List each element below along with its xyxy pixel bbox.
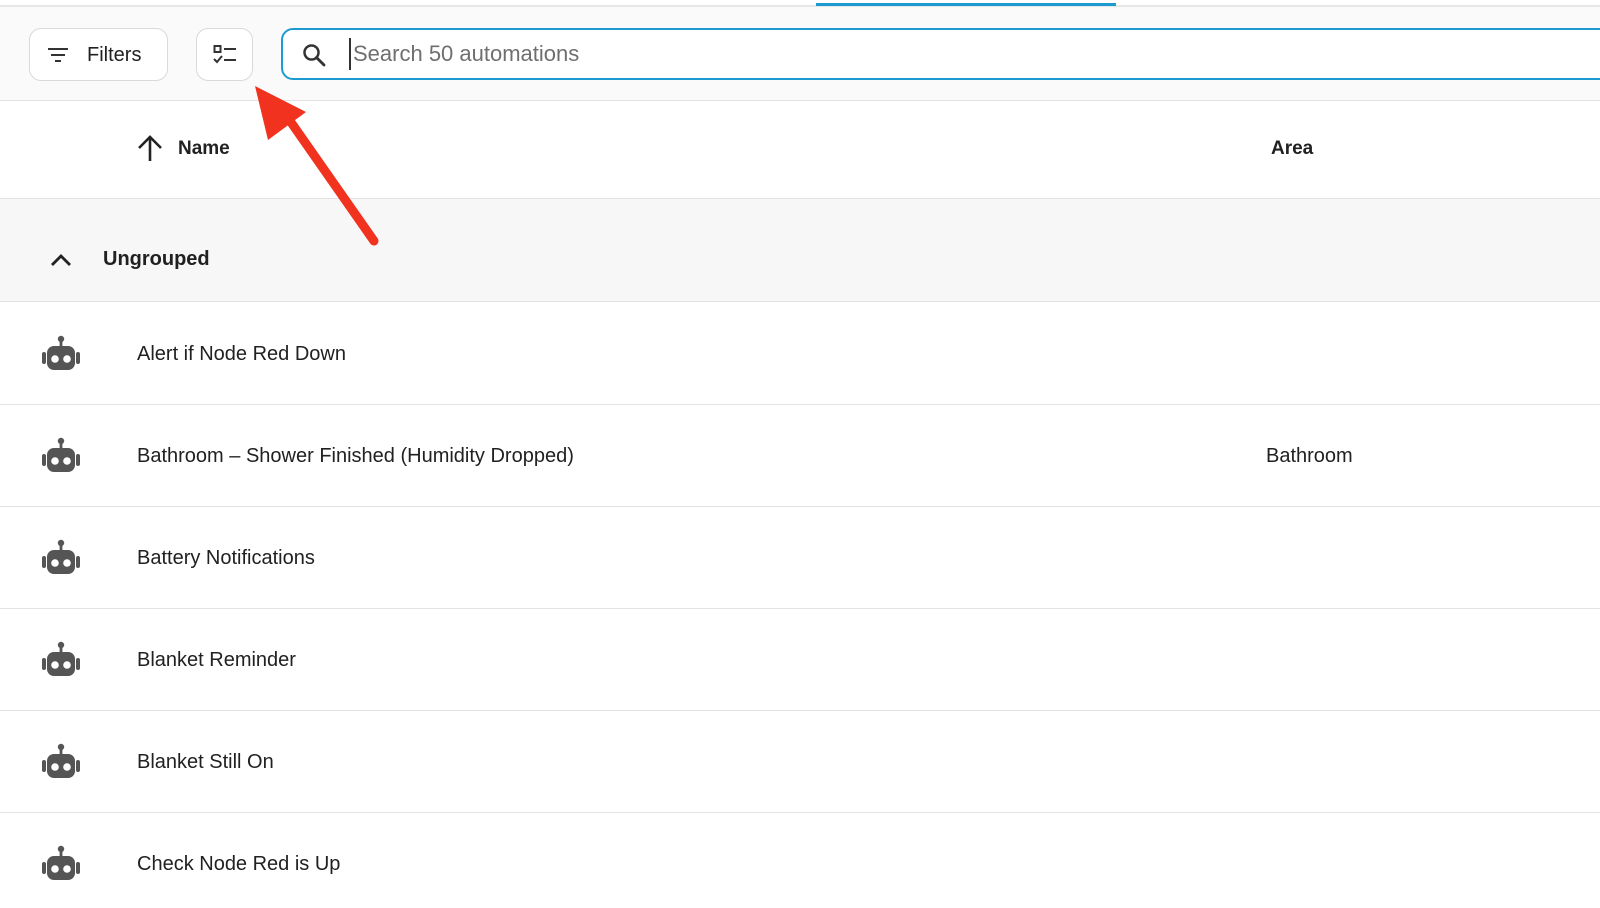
automation-list: Alert if Node Red Down Bathroom – Shower… [0,303,1600,908]
row-name: Battery Notifications [137,547,315,569]
filters-button-label: Filters [87,44,142,66]
column-header-name[interactable]: Name [178,138,230,160]
multi-select-icon [213,45,236,64]
row-name: Bathroom – Shower Finished (Humidity Dro… [137,445,574,467]
row-name: Blanket Still On [137,751,274,773]
search-icon [303,44,326,67]
table-row[interactable]: Battery Notifications [0,507,1600,609]
row-name: Check Node Red is Up [137,853,341,875]
column-header-area[interactable]: Area [1271,138,1313,160]
table-row[interactable]: Check Node Red is Up [0,813,1600,908]
chevron-up-icon[interactable] [48,247,74,273]
arrow-up-icon[interactable] [134,132,166,164]
automations-page: Filters Name Area [0,0,1600,908]
robot-icon [42,641,80,676]
selection-mode-button[interactable] [196,28,253,81]
table-row[interactable]: Alert if Node Red Down [0,303,1600,405]
filter-icon [48,48,68,62]
table-row[interactable]: Blanket Still On [0,711,1600,813]
robot-icon [42,437,80,472]
filters-button[interactable]: Filters [29,28,168,81]
robot-icon [42,743,80,778]
row-name: Alert if Node Red Down [137,343,346,365]
robot-icon [42,539,80,574]
row-name: Blanket Reminder [137,649,296,671]
search-field[interactable] [281,28,1600,80]
table-header: Name Area [0,102,1600,199]
toolbar: Filters [0,7,1600,101]
group-header-ungrouped[interactable]: Ungrouped [0,199,1600,302]
search-input[interactable] [349,38,1549,70]
table-row[interactable]: Bathroom – Shower Finished (Humidity Dro… [0,405,1600,507]
robot-icon [42,335,80,370]
active-tab-indicator [816,3,1116,6]
row-area: Bathroom [1266,445,1353,467]
group-label: Ungrouped [103,248,210,270]
robot-icon [42,845,80,880]
table-row[interactable]: Blanket Reminder [0,609,1600,711]
